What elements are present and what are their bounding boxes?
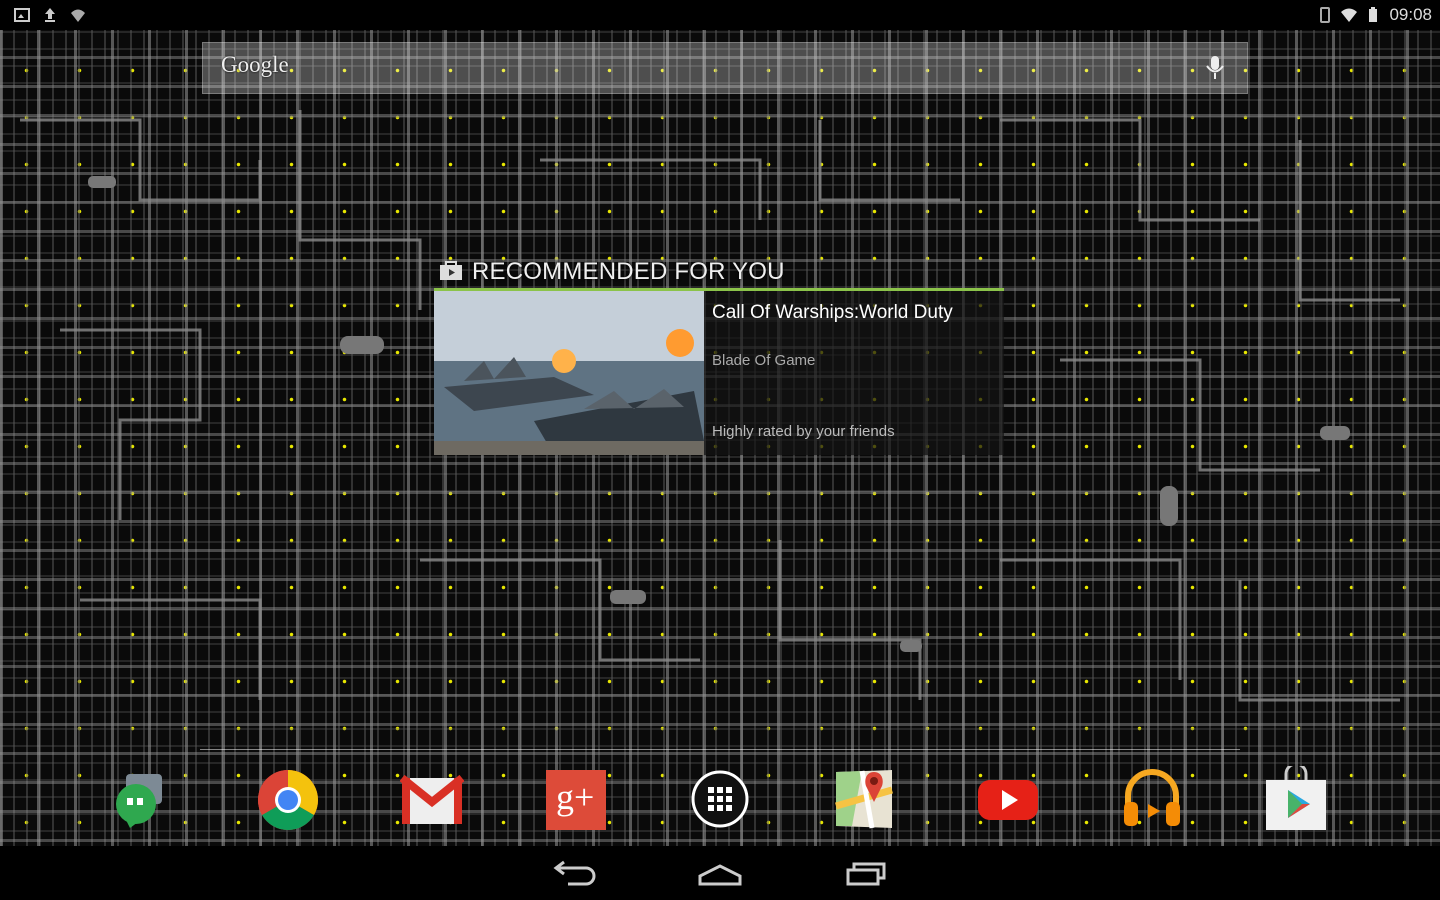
app-developer: Blade Of Game (712, 352, 816, 369)
maps-icon[interactable] (832, 766, 896, 832)
dock-divider (200, 749, 1240, 750)
app-title[interactable]: Call Of Warships:World Duty (712, 301, 982, 325)
recents-icon[interactable] (834, 858, 894, 888)
hangouts-icon[interactable] (108, 766, 172, 832)
chrome-icon[interactable] (256, 766, 320, 832)
battery-icon (1365, 7, 1381, 23)
google-plus-label: g+ (556, 777, 595, 817)
app-dock: g+ (0, 762, 1440, 838)
gmail-icon[interactable] (399, 766, 465, 832)
navigation-bar (0, 846, 1440, 900)
google-plus-icon[interactable]: g+ (544, 766, 608, 832)
google-logo[interactable]: Google (221, 52, 289, 78)
widget-header: RECOMMENDED FOR YOU (438, 256, 1004, 288)
home-icon[interactable] (690, 858, 750, 888)
wifi-icon (70, 7, 86, 23)
mic-icon[interactable] (1205, 55, 1225, 81)
google-search-bar[interactable]: Google (202, 42, 1248, 94)
screenshot-icon (14, 7, 30, 23)
youtube-icon[interactable] (976, 766, 1040, 832)
recommendation-reason: Highly rated by your friends (712, 423, 895, 440)
app-promo-image[interactable] (434, 291, 704, 455)
headphones-icon[interactable] (1120, 766, 1184, 832)
app-drawer-icon[interactable] (688, 766, 752, 832)
clock: 09:08 (1389, 5, 1432, 24)
play-store-bag-icon (438, 259, 464, 285)
back-icon[interactable] (546, 858, 606, 888)
upload-icon (42, 7, 58, 23)
wifi-signal-icon (1341, 7, 1358, 23)
vibrate-icon (1317, 7, 1333, 23)
recommended-app-card[interactable]: Call Of Warships:World Duty Blade Of Gam… (434, 291, 1004, 455)
status-bar: 09:08 (0, 0, 1440, 30)
play-store-icon[interactable] (1264, 762, 1328, 832)
widget-title: RECOMMENDED FOR YOU (472, 258, 785, 285)
